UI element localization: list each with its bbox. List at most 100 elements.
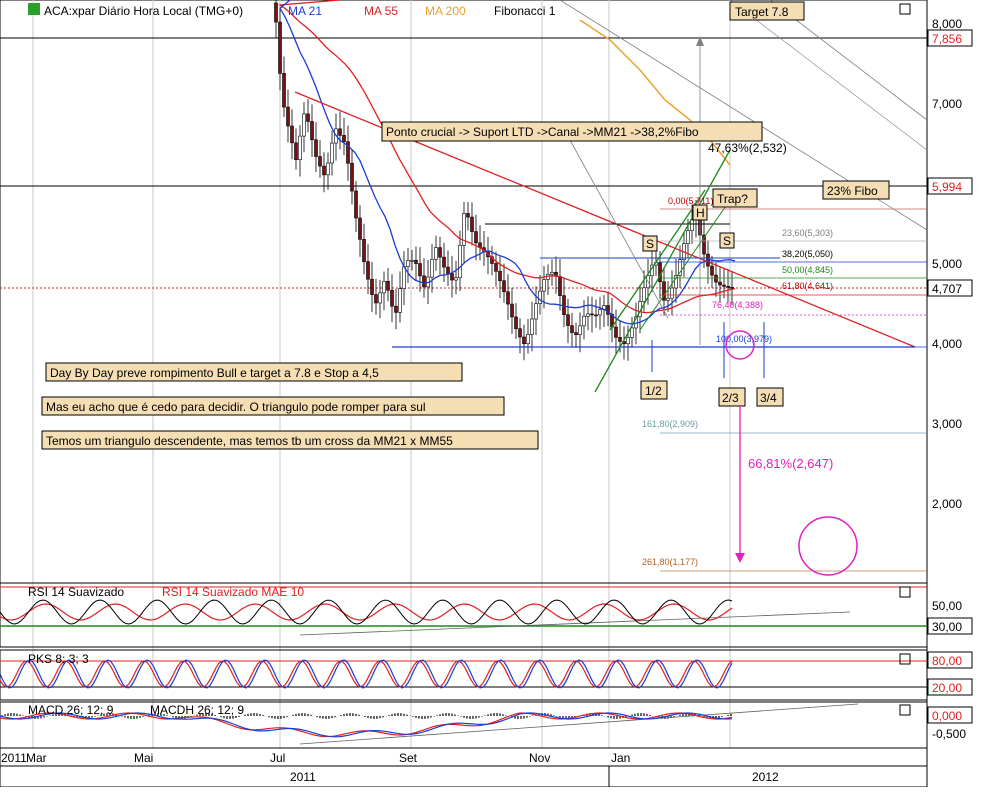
candle-body	[338, 128, 342, 136]
candle-body	[566, 314, 570, 326]
macd-tick-0: 0,000	[932, 709, 962, 723]
chart-svg: 0,00(5,711) 23,60(5,303) 38,20(5,050) 50…	[0, 0, 988, 788]
candle-body	[298, 135, 302, 160]
candle-body	[626, 337, 630, 345]
macd-tick-neg: -0,500	[932, 727, 966, 741]
candle-body	[438, 247, 442, 258]
candle-body	[574, 332, 578, 336]
candle-body	[422, 275, 426, 288]
legend-ma200: MA 200	[425, 4, 466, 18]
candle-body	[530, 318, 534, 335]
candle-body	[314, 139, 318, 157]
candle-body	[350, 162, 354, 192]
day-label: Day By Day preve rompimento Bull e targe…	[50, 366, 379, 380]
candle-body	[306, 113, 310, 122]
candle-body	[558, 276, 562, 296]
fib-label-1618: 161,80(2,909)	[642, 419, 698, 429]
candle-body	[590, 313, 594, 316]
candle-body	[278, 21, 282, 74]
candle-body	[582, 315, 586, 327]
candle-body	[282, 73, 286, 108]
legend-instrument: ACA:xpar Diário Hora Local (TMG+0)	[44, 4, 243, 18]
tick-4: 4,000	[932, 337, 962, 351]
background	[0, 0, 988, 787]
candle-body	[302, 113, 306, 137]
candle-body	[326, 162, 330, 176]
tick-7: 7,000	[932, 97, 962, 111]
candle-body	[374, 294, 378, 304]
candle-body	[274, 2, 278, 23]
fib-pct-label: 47,63%(2,532)	[708, 141, 787, 155]
candle-body	[382, 280, 386, 294]
wave-3-4: 3/4	[760, 391, 777, 405]
candle-body	[286, 106, 290, 127]
candle-body	[362, 239, 366, 262]
candle-body	[726, 286, 730, 288]
candle-body	[514, 316, 518, 330]
candle-body	[386, 280, 390, 291]
candle-body	[526, 334, 530, 345]
candle-body	[598, 309, 602, 316]
fibo23-label: 23% Fibo	[827, 184, 878, 198]
chart-window: 0,00(5,711) 23,60(5,303) 38,20(5,050) 50…	[0, 0, 988, 788]
month-mai: Mai	[134, 751, 153, 765]
candle-body	[366, 261, 370, 280]
candle-body	[570, 325, 574, 333]
tick-5: 5,000	[932, 257, 962, 271]
temos-label: Temos um triangulo descendente, mas temo…	[46, 434, 453, 448]
candle-body	[450, 273, 454, 281]
year-2012: 2012	[752, 770, 779, 784]
instrument-icon	[28, 3, 40, 15]
pks-title: PKS 8; 3; 3	[28, 652, 89, 666]
candle-body	[642, 287, 646, 302]
candle-body	[442, 256, 446, 268]
fib-label-382: 38,20(5,050)	[782, 249, 833, 259]
candle-body	[470, 216, 474, 232]
candle-body	[294, 142, 298, 160]
candle-body	[406, 260, 410, 267]
tick-2: 2,000	[932, 497, 962, 511]
legend-ma55: MA 55	[364, 4, 398, 18]
candle-body	[434, 247, 438, 260]
legend-ma21: MA 21	[288, 4, 322, 18]
candle-body	[502, 280, 506, 293]
candle-body	[414, 259, 418, 264]
candle-body	[594, 314, 598, 317]
rsi-title2: RSI 14 Suavizado MAE 10	[162, 585, 304, 599]
candle-body	[310, 121, 314, 141]
candle-body	[658, 262, 662, 283]
box-4707-label: 4,707	[932, 282, 962, 296]
fib-label-236: 23,60(5,303)	[782, 228, 833, 238]
box-7856-label: 7,856	[932, 32, 962, 46]
candle-body	[578, 325, 582, 336]
candle-body	[550, 271, 554, 275]
pks-tick-20: 20,00	[932, 681, 962, 695]
candle-body	[506, 291, 510, 305]
s-right-label: S	[723, 234, 731, 248]
ponto-label: Ponto crucial -> Suport LTD ->Canal ->MM…	[386, 125, 699, 139]
candle-body	[690, 219, 694, 231]
candle-body	[714, 274, 718, 283]
candle-body	[534, 303, 538, 320]
candle-body	[402, 266, 406, 289]
candle-body	[458, 245, 462, 279]
wave-1-2: 1/2	[645, 384, 662, 398]
candle-body	[370, 278, 374, 295]
candle-body	[710, 265, 714, 276]
candle-body	[542, 279, 546, 292]
candle-body	[378, 292, 382, 304]
month-2011: 2011	[1, 751, 27, 765]
candle-body	[446, 266, 450, 274]
candle-body	[390, 289, 394, 307]
fib-label-764: 76,40(4,388)	[712, 300, 763, 310]
macd-title2: MACDH 26; 12; 9	[150, 703, 244, 717]
fib-label-2618: 261,80(1,177)	[642, 557, 698, 567]
target-label: Target 7.8	[735, 5, 789, 19]
candle-body	[474, 231, 478, 244]
rsi-tick-30: 30,00	[932, 620, 962, 634]
candle-body	[354, 190, 358, 219]
candle-body	[322, 165, 326, 176]
drop-label: 66,81%(2,647)	[748, 456, 833, 471]
acho-label: Mas eu acho que é cedo para decidir. O t…	[46, 400, 426, 414]
macd-title: MACD 26; 12; 9	[28, 703, 114, 717]
